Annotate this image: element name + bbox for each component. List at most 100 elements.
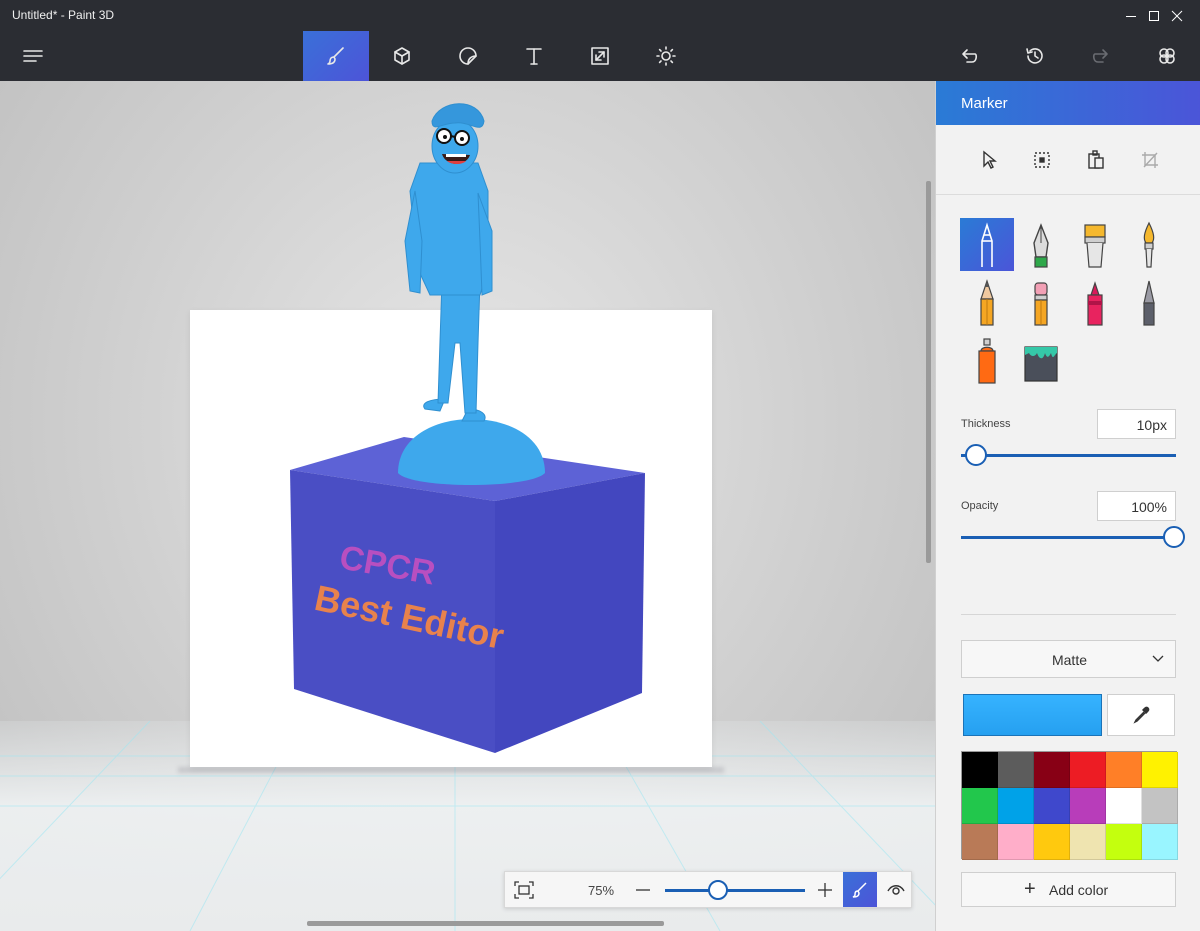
add-color-button[interactable]: + Add color [961,872,1176,907]
view-mode-toggle[interactable] [879,872,913,907]
title-bar: Untitled* - Paint 3D [0,0,1200,31]
tab-effects[interactable] [633,31,699,81]
color-palette [961,751,1178,860]
spray-can-icon [978,337,996,384]
3d-cube-icon [394,47,410,65]
zoom-out-button[interactable] [633,880,653,900]
vertical-scrollbar[interactable] [926,181,931,563]
close-button[interactable] [1154,0,1200,31]
zoom-slider-track[interactable] [665,889,805,892]
history-icon [1026,48,1043,64]
horizontal-scrollbar[interactable] [307,921,664,926]
oil-brush-icon [1084,223,1106,268]
brush-spray-can[interactable] [960,334,1014,387]
color-swatch[interactable] [1070,752,1106,788]
history-button[interactable] [1002,31,1068,81]
remix3d-button[interactable] [1134,31,1200,81]
opacity-input[interactable]: 100% [1097,491,1176,521]
marquee-select-button[interactable] [1029,147,1055,173]
opacity-slider-thumb[interactable] [1163,526,1185,548]
panel-title: Marker [961,95,1008,112]
text-icon [526,48,542,65]
marquee-icon [1034,152,1050,168]
brush-marker[interactable] [960,218,1014,271]
calligraphy-pen-icon [1033,222,1049,268]
crop-button[interactable] [1137,147,1163,173]
minus-icon [636,889,650,891]
color-swatch[interactable] [1142,752,1178,788]
eyedropper-button[interactable] [1107,694,1175,736]
color-swatch[interactable] [1034,788,1070,824]
thickness-input[interactable]: 10px [1097,409,1176,439]
eye-icon [887,884,905,895]
fit-screen-icon [514,881,534,899]
color-swatch[interactable] [1106,752,1142,788]
color-swatch[interactable] [998,788,1034,824]
brush-pencil[interactable] [1122,276,1176,329]
brush-pixel-pen[interactable] [960,276,1014,329]
menu-button[interactable] [0,31,66,81]
color-swatch[interactable] [998,824,1034,860]
sticker-icon [459,47,477,65]
color-swatch[interactable] [1034,824,1070,860]
crop-icon [1142,152,1158,168]
tab-canvas[interactable] [567,31,633,81]
3d-scene[interactable]: CPCR Best Editor [0,81,935,931]
redo-icon [1092,49,1108,63]
tab-brushes[interactable] [303,31,369,81]
paste-button[interactable] [1083,147,1109,173]
brush-calligraphy-pen[interactable] [1014,218,1068,271]
material-value: Matte [1051,652,1087,668]
maximize-button[interactable] [1108,0,1159,31]
color-swatch[interactable] [1142,824,1178,860]
main-toolbar [0,31,1200,81]
watercolor-brush-icon [1143,221,1155,268]
color-swatch[interactable] [1034,752,1070,788]
brush-fill-bucket[interactable] [1014,334,1068,387]
brush-watercolor[interactable] [1122,218,1176,271]
brush-crayon[interactable] [1068,276,1122,329]
canvas-pen-toggle[interactable] [843,872,877,907]
plus-icon: + [1024,878,1036,900]
color-swatch[interactable] [1106,824,1142,860]
plus-icon [818,883,832,897]
marker-icon [981,221,993,267]
redo-button[interactable] [1068,31,1134,81]
brush-icon [327,47,344,65]
color-swatch[interactable] [1070,788,1106,824]
zoom-bar: 75% [504,871,912,908]
zoom-in-button[interactable] [815,880,835,900]
brush-eraser[interactable] [1014,276,1068,329]
fit-to-screen-button[interactable] [513,880,535,900]
undo-button[interactable] [936,31,1002,81]
add-color-label: Add color [1049,882,1109,898]
tab-stickers[interactable] [435,31,501,81]
dome [398,419,545,485]
material-dropdown[interactable]: Matte [961,640,1176,678]
chevron-down-icon [1152,655,1164,662]
color-swatch[interactable] [1070,824,1106,860]
panel-header: Marker [936,81,1200,125]
thickness-slider-thumb[interactable] [965,444,988,466]
color-swatch[interactable] [962,788,998,824]
zoom-slider-thumb[interactable] [708,880,729,900]
color-swatch[interactable] [1106,788,1142,824]
fill-bucket-icon [1024,345,1058,382]
pencil-gray-icon [1143,280,1155,326]
tab-text[interactable] [501,31,567,81]
canvas-area[interactable]: CPCR Best Editor 75% [0,81,935,931]
color-swatch[interactable] [1142,788,1178,824]
current-color-swatch[interactable] [963,694,1102,736]
color-swatch[interactable] [962,752,998,788]
color-swatch[interactable] [962,824,998,860]
color-swatch[interactable] [998,752,1034,788]
brush-panel: Marker Thickness 10px Opacity 100% Matte… [935,81,1200,931]
thickness-slider-track[interactable] [961,454,1176,457]
brush-oil[interactable] [1068,218,1122,271]
select-button[interactable] [976,147,1002,173]
opacity-label: Opacity [961,500,999,512]
tab-3d-shapes[interactable] [369,31,435,81]
opacity-slider-track[interactable] [961,536,1176,539]
figure [404,103,493,422]
box-side-face [495,473,645,753]
